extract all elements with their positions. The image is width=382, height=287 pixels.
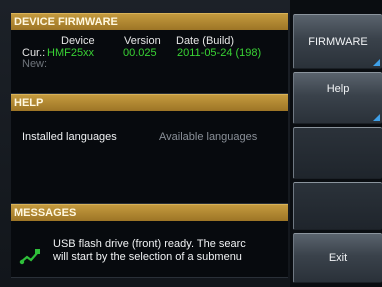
help-panel: Installed languages Available languages (11, 111, 288, 204)
current-date: 2011-05-24 (198) (177, 47, 262, 59)
screen: DEVICE FIRMWARE Device Version Date (Bui… (0, 0, 382, 287)
help-softkey-label: Help (326, 83, 350, 95)
available-languages-label[interactable]: Available languages (159, 131, 257, 143)
firmware-panel-title: DEVICE FIRMWARE (14, 16, 118, 28)
column-device: Device (61, 35, 95, 47)
exit-softkey-label: Exit (328, 252, 348, 264)
messages-panel-header: MESSAGES (11, 204, 288, 221)
new-label: New: (22, 58, 48, 70)
messages-panel: USB flash drive (front) ready. The searc… (11, 221, 288, 278)
firmware-softkey-label: FIRMWARE (308, 36, 368, 48)
help-softkey[interactable]: Help (293, 72, 382, 124)
empty-softkey-2 (293, 182, 382, 230)
column-date: Date (Build) (176, 35, 235, 47)
help-panel-title: HELP (14, 97, 44, 109)
submenu-arrow-icon (373, 59, 380, 66)
column-version: Version (124, 35, 161, 47)
messages-panel-title: MESSAGES (14, 207, 77, 219)
message-line-2: will start by the selection of a submenu (53, 251, 242, 263)
firmware-softkey[interactable]: FIRMWARE (293, 14, 382, 69)
message-line-1: USB flash drive (front) ready. The searc (53, 238, 246, 250)
firmware-panel: Device Version Date (Build) Cur.: HMF25x… (11, 30, 288, 94)
empty-softkey-1 (293, 127, 382, 179)
help-panel-header: HELP (11, 94, 288, 111)
submenu-arrow-icon (373, 114, 380, 121)
current-version: 00.025 (123, 47, 157, 59)
firmware-panel-header: DEVICE FIRMWARE (11, 13, 288, 30)
current-device: HMF25xx (47, 47, 95, 59)
exit-softkey[interactable]: Exit (293, 233, 382, 283)
softkey-column: FIRMWARE Help Exit (290, 0, 382, 287)
installed-languages-label[interactable]: Installed languages (22, 131, 117, 143)
usb-plug-icon (19, 249, 40, 265)
